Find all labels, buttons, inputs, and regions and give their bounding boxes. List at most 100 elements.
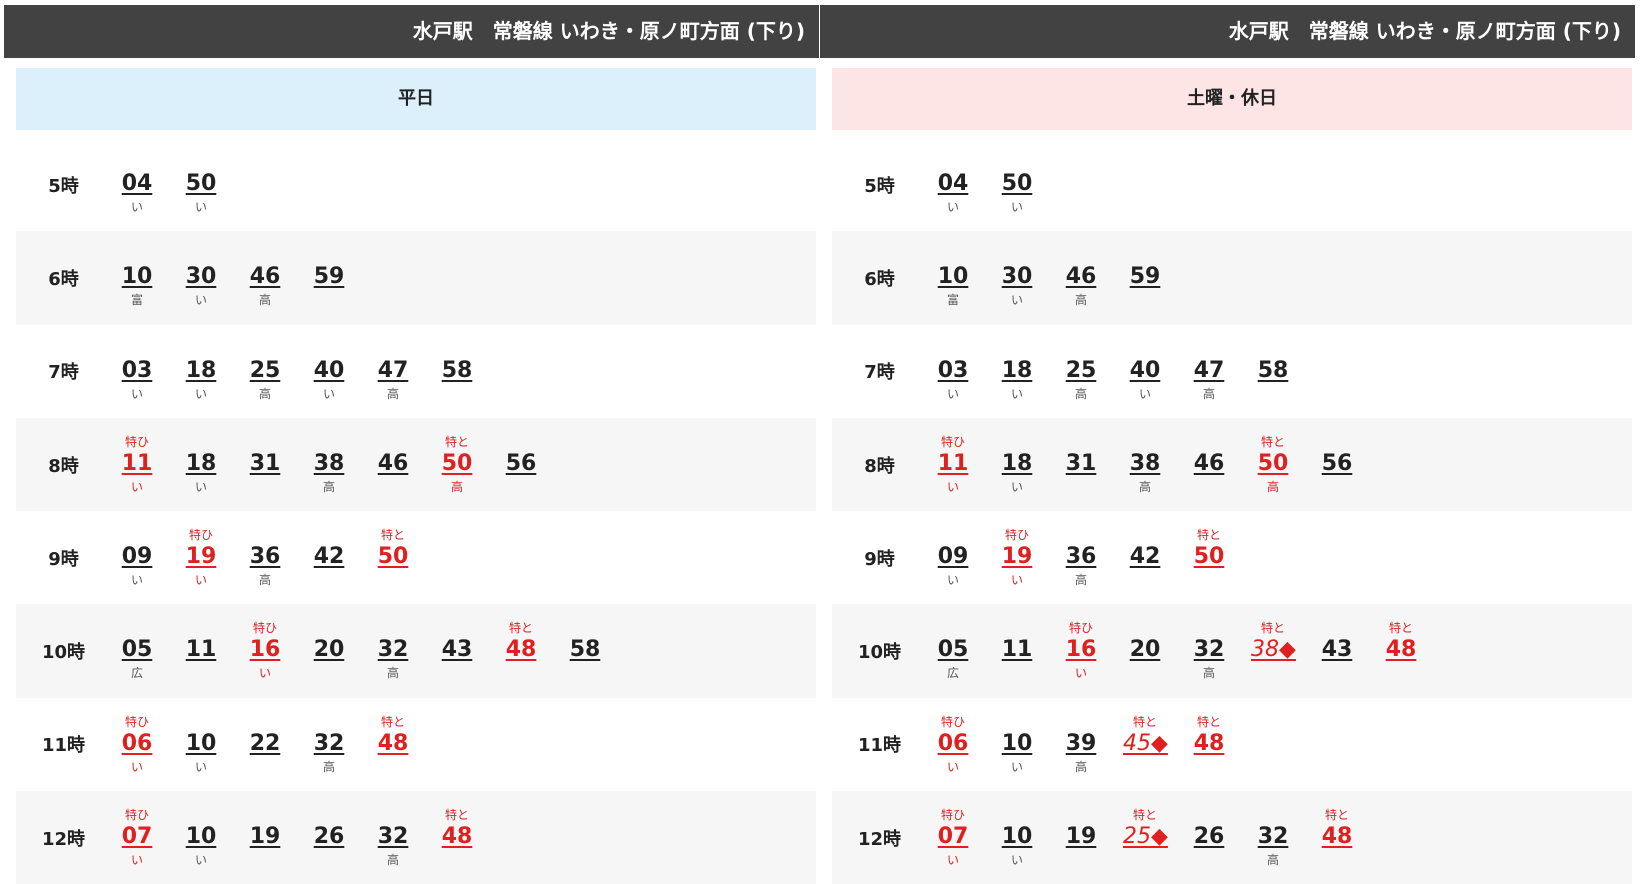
departure-minute-link[interactable]: 59 [307,264,351,290]
departure-minute-link[interactable]: 05 [931,637,975,663]
destination-mark: 高 [1266,479,1279,494]
departure-minute-link[interactable]: 48 [1379,637,1423,663]
departure-minute-link[interactable]: 50 [995,171,1039,197]
departure-minute-link[interactable]: 58 [435,358,479,384]
departure-minute-link[interactable]: 38 [1123,451,1167,477]
departure-minute-link[interactable]: 18 [995,358,1039,384]
departure-minute-link[interactable]: 11 [995,637,1039,663]
departure-minute-link[interactable]: 11 [115,451,159,477]
departure-minute-link[interactable]: 10 [995,731,1039,757]
departure-minute-link[interactable]: 19 [179,544,223,570]
departure-minute-link[interactable]: 50 [435,451,479,477]
departure-item: 22 [243,698,307,791]
departure-minute-link[interactable]: 32 [1187,637,1231,663]
departure-item: 09 い [931,511,995,604]
departure-minute-link[interactable]: 10 [179,824,223,850]
departure-minute-link[interactable]: 30 [995,264,1039,290]
destination-mark: い [258,666,271,681]
departure-minute-link[interactable]: 50 [371,544,415,570]
departure-item: 58 [1251,325,1315,418]
departure-minute-link[interactable]: 03 [931,358,975,384]
departure-minute-link[interactable]: 16 [243,637,287,663]
departure-item: 20 [1123,604,1187,697]
departure-list: 特ひ 11 い 18 い 31 38 高 46 特と 50 高 56 [931,418,1379,511]
departure-minute-link[interactable]: 19 [243,824,287,850]
departure-minute-link[interactable]: 18 [995,451,1039,477]
departure-minute-link[interactable]: 47 [1187,358,1231,384]
departure-minute-link[interactable]: 50 [1187,544,1231,570]
departure-minute-link[interactable]: 19 [1059,824,1103,850]
departure-minute-link[interactable]: 56 [499,451,543,477]
destination-mark: 富 [130,293,143,308]
departure-minute-link[interactable]: 43 [435,637,479,663]
departure-minute-link[interactable]: 46 [371,451,415,477]
departure-minute-link[interactable]: 09 [931,544,975,570]
departure-minute-link[interactable]: 58 [563,637,607,663]
departure-minute-link[interactable]: 32 [1251,824,1295,850]
departure-minute-link[interactable]: 50 [179,171,223,197]
departure-minute-link[interactable]: 04 [115,171,159,197]
departure-minute-link[interactable]: 20 [307,637,351,663]
departure-minute-link[interactable]: 45◆ [1123,731,1168,757]
departure-minute-link[interactable]: 48 [499,637,543,663]
departure-minute-link[interactable]: 26 [1187,824,1231,850]
departure-minute-link[interactable]: 38 [307,451,351,477]
departure-minute-link[interactable]: 22 [243,731,287,757]
departure-minute-link[interactable]: 31 [1059,451,1103,477]
departure-minute-link[interactable]: 40 [1123,358,1167,384]
departure-minute-link[interactable]: 16 [1059,637,1103,663]
departure-minute-link[interactable]: 42 [307,544,351,570]
departure-minute-link[interactable]: 48 [371,731,415,757]
departure-minute-link[interactable]: 39 [1059,731,1103,757]
departure-minute-link[interactable]: 40 [307,358,351,384]
departure-minute-link[interactable]: 10 [995,824,1039,850]
departure-minute-link[interactable]: 50 [1251,451,1295,477]
departure-item: 特と 25◆ [1123,791,1187,884]
departure-minute-link[interactable]: 25 [1059,358,1103,384]
departure-minute-link[interactable]: 10 [115,264,159,290]
departure-minute-link[interactable]: 56 [1315,451,1359,477]
departure-minute-link[interactable]: 19 [995,544,1039,570]
departure-minute-link[interactable]: 03 [115,358,159,384]
departure-minute-link[interactable]: 06 [115,731,159,757]
departure-minute-link[interactable]: 32 [371,824,415,850]
departure-minute-link[interactable]: 25 [243,358,287,384]
departure-minute-link[interactable]: 18 [179,451,223,477]
departure-minute-link[interactable]: 48 [435,824,479,850]
departure-minute-link[interactable]: 09 [115,544,159,570]
departure-minute-link[interactable]: 36 [243,544,287,570]
departure-minute-link[interactable]: 10 [179,731,223,757]
departure-minute-link[interactable]: 47 [371,358,415,384]
departure-minute-link[interactable]: 07 [115,824,159,850]
departure-minute-link[interactable]: 48 [1315,824,1359,850]
departure-minute-link[interactable]: 05 [115,637,159,663]
departure-minute-link[interactable]: 26 [307,824,351,850]
departure-minute-link[interactable]: 42 [1123,544,1167,570]
departure-minute-link[interactable]: 20 [1123,637,1167,663]
departure-minute-link[interactable]: 59 [1123,264,1167,290]
departure-minute-link[interactable]: 43 [1315,637,1359,663]
departure-minute-link[interactable]: 11 [179,637,223,663]
departure-item: 特と 38◆ [1251,604,1315,697]
departure-minute-link[interactable]: 46 [1059,264,1103,290]
departure-minute-link[interactable]: 32 [307,731,351,757]
departure-minute-link[interactable]: 32 [371,637,415,663]
departure-minute-link[interactable]: 25◆ [1123,824,1168,850]
departure-item: 特と 50 高 [1251,418,1315,511]
train-type-mark: 特と [508,621,533,636]
departure-minute-link[interactable]: 48 [1187,731,1231,757]
departure-minute-link[interactable]: 46 [1187,451,1231,477]
departure-minute-link[interactable]: 11 [931,451,975,477]
departure-minute-link[interactable]: 07 [931,824,975,850]
departure-minute-link[interactable]: 58 [1251,358,1295,384]
departure-minute-link[interactable]: 04 [931,171,975,197]
departure-minute-link[interactable]: 36 [1059,544,1103,570]
departure-minute-link[interactable]: 10 [931,264,975,290]
departure-minute-link[interactable]: 31 [243,451,287,477]
departure-minute-link[interactable]: 38◆ [1251,637,1296,663]
departure-minute-link[interactable]: 06 [931,731,975,757]
departure-minute-link[interactable]: 30 [179,264,223,290]
departure-minute-link[interactable]: 46 [243,264,287,290]
destination-mark: い [1010,386,1023,401]
departure-minute-link[interactable]: 18 [179,358,223,384]
